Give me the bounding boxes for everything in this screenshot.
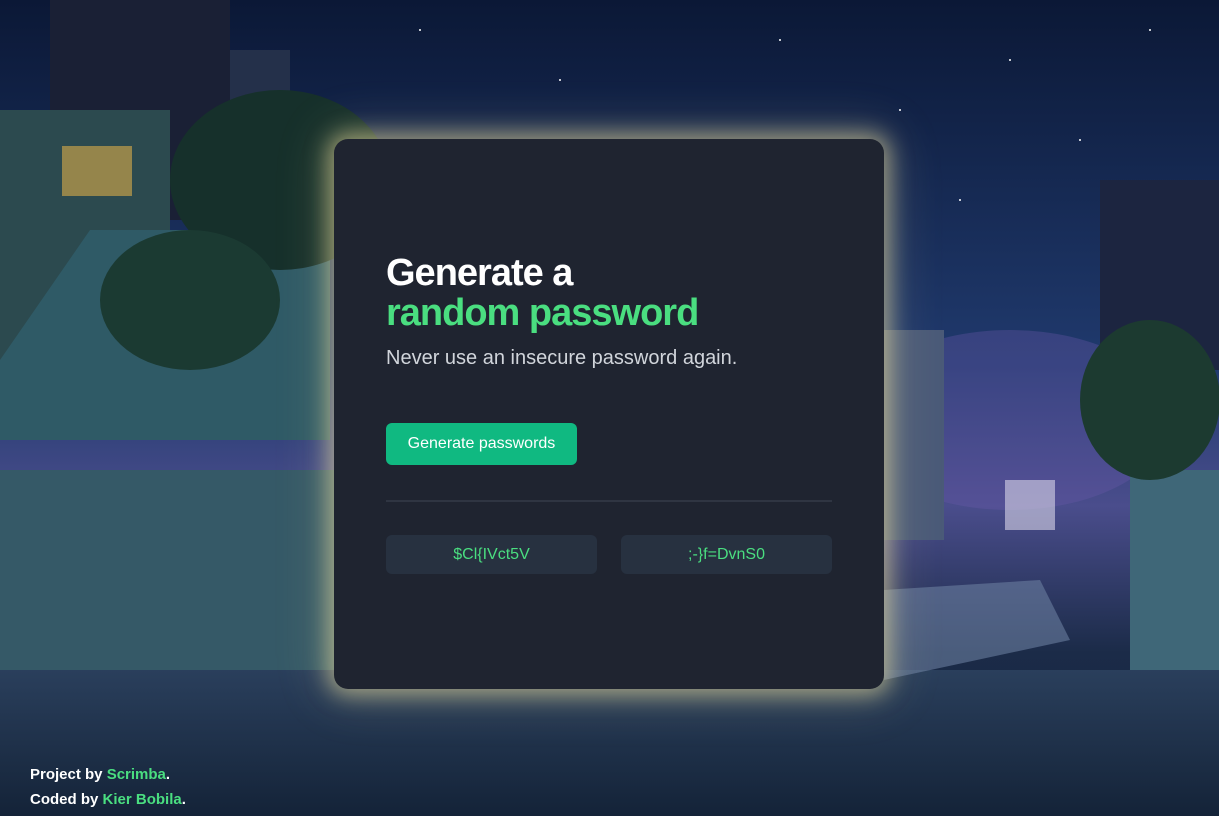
generate-passwords-button[interactable]: Generate passwords (386, 423, 577, 465)
page-title: Generate a random password (386, 252, 699, 334)
scrimba-link[interactable]: Scrimba (107, 766, 166, 783)
footer-coded-suffix: . (181, 791, 186, 808)
password-output-2[interactable]: ;-}f=DvnS0 (621, 535, 832, 574)
author-link[interactable]: Kier Bobila (103, 791, 182, 808)
divider (386, 500, 832, 502)
subtitle: Never use an insecure password again. (386, 347, 738, 369)
footer: Project by Scrimba. Coded by Kier Bobila… (30, 762, 186, 812)
password-output-1[interactable]: $Cl{IVct5V (386, 535, 597, 574)
footer-project-suffix: . (165, 766, 171, 783)
footer-coded-line: Coded by Kier Bobila. (30, 787, 186, 812)
title-line-1: Generate a (386, 252, 573, 294)
footer-coded-prefix: Coded by (30, 791, 103, 808)
footer-project-prefix: Project by (30, 766, 107, 783)
password-generator-card: Generate a random password Never use an … (334, 139, 884, 689)
title-line-2: random password (386, 292, 699, 334)
footer-project-line: Project by Scrimba. (30, 762, 186, 787)
